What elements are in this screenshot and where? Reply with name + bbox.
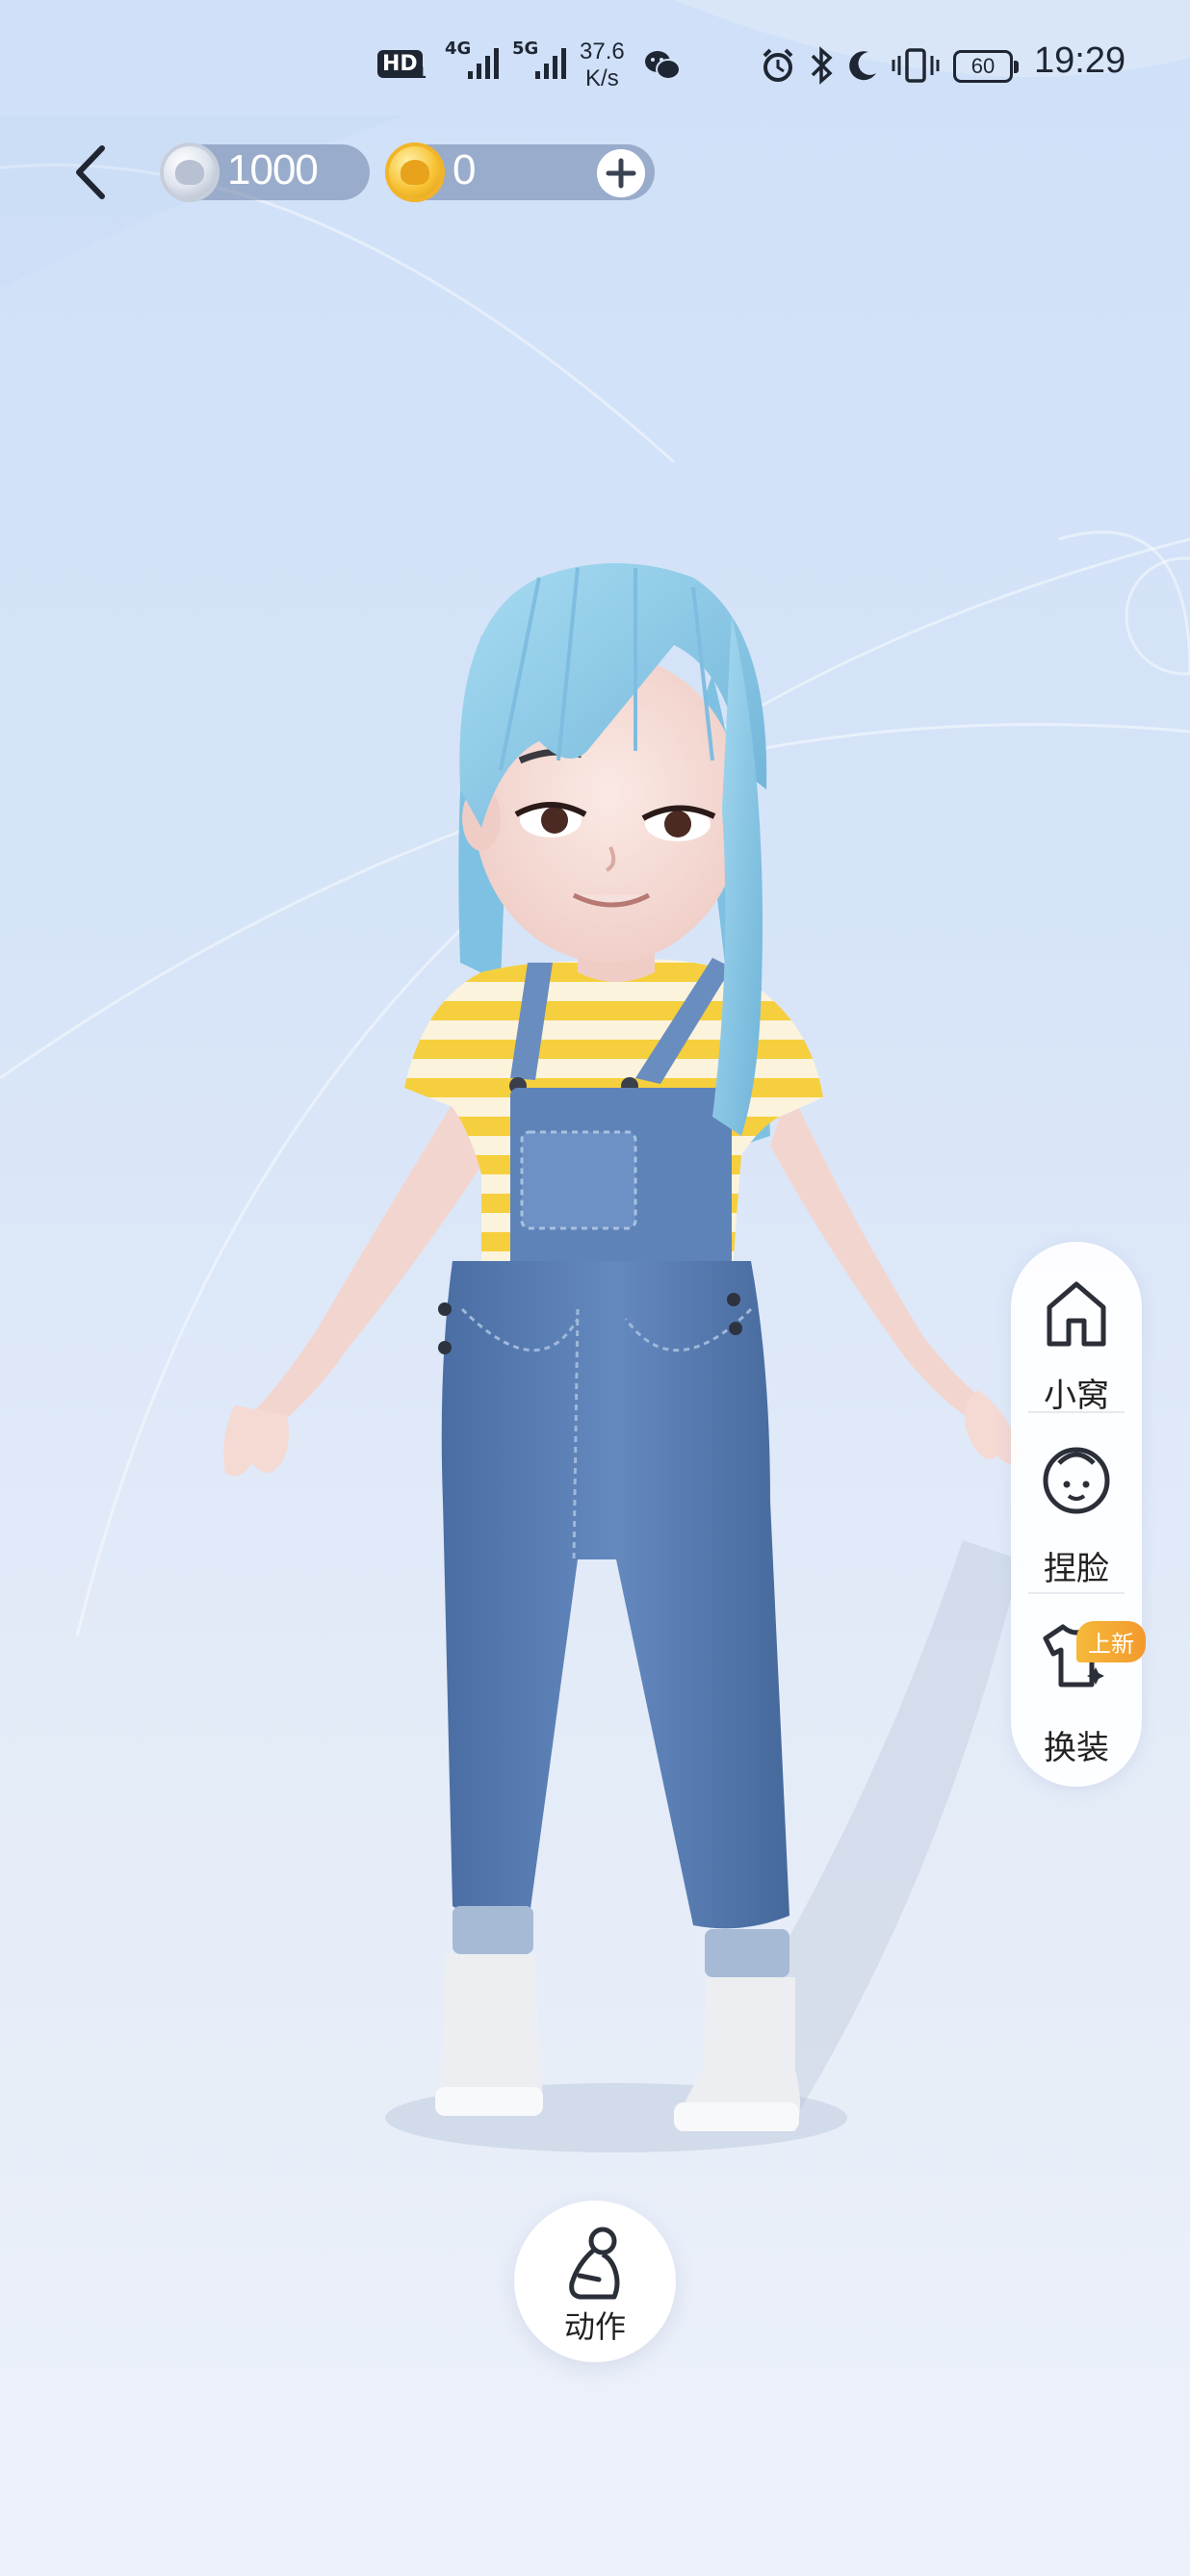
vibrate-icon xyxy=(892,48,940,83)
outfit-label: 换装 xyxy=(1044,1729,1109,1767)
network-speed: 37.6 K/s xyxy=(580,39,625,91)
face-icon xyxy=(1043,1447,1110,1514)
home-icon xyxy=(1047,1281,1106,1347)
signal-icon xyxy=(468,48,499,79)
home-label: 小窝 xyxy=(1044,1377,1109,1415)
add-currency-button[interactable] xyxy=(597,149,645,197)
alarm-icon xyxy=(763,48,793,82)
face-menu-item[interactable]: 捏脸 xyxy=(1011,1432,1142,1588)
moon-icon xyxy=(849,51,876,81)
menu-divider xyxy=(1028,1592,1125,1594)
hd-sim-indicator: 1 xyxy=(416,64,427,82)
gold-coin-icon xyxy=(385,142,445,202)
side-menu: 小窝 捏脸 换装 xyxy=(1011,1242,1142,1787)
action-label: 动作 xyxy=(563,2308,626,2345)
avatar-screen: HD 1 4G 5G 37.6 K/s 60 19:29 1000 0 小窝 捏… xyxy=(0,0,1190,2576)
face-label: 捏脸 xyxy=(1044,1550,1109,1588)
menu-divider xyxy=(1028,1411,1125,1413)
new-badge: 上新 xyxy=(1076,1621,1146,1662)
silver-amount: 1000 xyxy=(227,146,319,193)
home-menu-item[interactable]: 小窝 xyxy=(1011,1259,1142,1415)
battery-indicator: 60 xyxy=(953,50,1019,83)
wechat-icon xyxy=(645,51,681,80)
gold-amount: 0 xyxy=(453,146,477,193)
silver-coin-icon xyxy=(160,142,220,202)
bluetooth-icon xyxy=(811,46,833,85)
status-bar: HD 1 4G 5G 37.6 K/s 60 19:29 xyxy=(0,0,1190,135)
action-button[interactable]: 动作 xyxy=(514,2201,676,2362)
status-time: 19:29 xyxy=(1034,40,1126,81)
signal-icon-2 xyxy=(535,48,566,79)
pose-icon xyxy=(569,2227,620,2300)
back-button[interactable] xyxy=(64,139,121,206)
right-arm xyxy=(770,1088,992,1425)
